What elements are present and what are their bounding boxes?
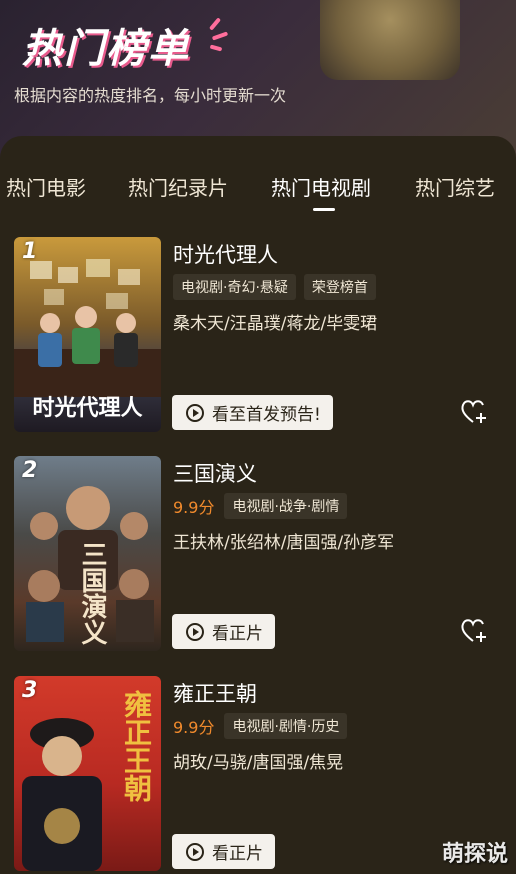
item-meta: 9.9分 电视剧·战争·剧情: [173, 493, 348, 519]
watch-button-label: 看正片: [212, 624, 263, 644]
favorite-add-icon[interactable]: [459, 616, 489, 646]
watch-button-label: 看至首发预告!: [212, 405, 321, 425]
cast-list: 桑木天/汪晶璞/蒋龙/毕雯珺: [173, 314, 378, 334]
watermark: 萌探说: [441, 842, 508, 867]
ranking-item[interactable]: 2 三国演义 三国演义 9.9分 电视剧·战争·剧情 王扶林/张绍林/唐国强/孙…: [0, 456, 516, 652]
tab-documentaries[interactable]: 热门纪录片: [128, 172, 228, 201]
page-title: 热门榜单: [22, 26, 190, 72]
poster-image[interactable]: 2 三国演义: [14, 456, 161, 651]
watch-now-button[interactable]: 看正片: [172, 834, 275, 869]
item-title[interactable]: 时光代理人: [173, 239, 278, 269]
play-icon: [186, 842, 204, 861]
rating-score: 9.9分: [173, 498, 215, 517]
genre-tag: 电视剧·奇幻·悬疑: [173, 274, 296, 300]
ranking-item[interactable]: 3 雍正王朝 雍正王朝 9.9分 电视剧·剧情·历史 胡玫/马骁/唐国强/焦晃 …: [0, 676, 516, 872]
genre-tag: 电视剧·战争·剧情: [224, 493, 348, 519]
item-title[interactable]: 雍正王朝: [173, 678, 257, 708]
watch-now-button[interactable]: 看正片: [172, 614, 275, 649]
item-title[interactable]: 三国演义: [173, 458, 257, 488]
ranking-item[interactable]: 1 时光代理人 时光代理人 电视剧·奇幻·悬疑 荣登榜首 桑木天/汪晶璞/蒋龙/…: [0, 237, 516, 433]
category-tabs: 热门电影 热门纪录片 热门电视剧 热门综艺: [0, 172, 516, 212]
favorite-add-icon[interactable]: [459, 397, 489, 427]
cast-list: 胡玫/马骁/唐国强/焦晃: [173, 753, 344, 773]
active-tab-indicator: [313, 208, 335, 211]
rank-badge: 1: [22, 239, 38, 264]
sparkle-icon: [202, 17, 232, 54]
poster-title: 时光代理人: [32, 395, 143, 421]
top-rank-tag: 荣登榜首: [303, 274, 376, 300]
watch-trailer-button[interactable]: 看至首发预告!: [172, 395, 333, 430]
banner-decoration: [320, 0, 460, 80]
watch-button-label: 看正片: [212, 844, 263, 864]
rating-score: 9.9分: [173, 718, 215, 737]
poster-image[interactable]: 1 时光代理人: [14, 237, 161, 432]
play-icon: [186, 403, 204, 422]
poster-title: 雍正王朝: [120, 690, 153, 802]
tab-variety[interactable]: 热门综艺: [415, 172, 495, 201]
item-meta: 电视剧·奇幻·悬疑 荣登榜首: [173, 274, 376, 300]
cast-list: 王扶林/张绍林/唐国强/孙彦军: [173, 533, 395, 553]
genre-tag: 电视剧·剧情·历史: [224, 713, 348, 739]
tab-movies[interactable]: 热门电影: [6, 172, 86, 201]
rank-badge: 2: [22, 458, 38, 483]
poster-title: 三国演义: [77, 541, 107, 645]
tab-tv-series[interactable]: 热门电视剧: [271, 172, 371, 201]
play-icon: [186, 622, 204, 641]
page-subtitle: 根据内容的热度排名，每小时更新一次: [14, 86, 287, 105]
rank-badge: 3: [22, 678, 38, 703]
poster-image[interactable]: 3 雍正王朝: [14, 676, 161, 871]
item-meta: 9.9分 电视剧·剧情·历史: [173, 713, 348, 739]
